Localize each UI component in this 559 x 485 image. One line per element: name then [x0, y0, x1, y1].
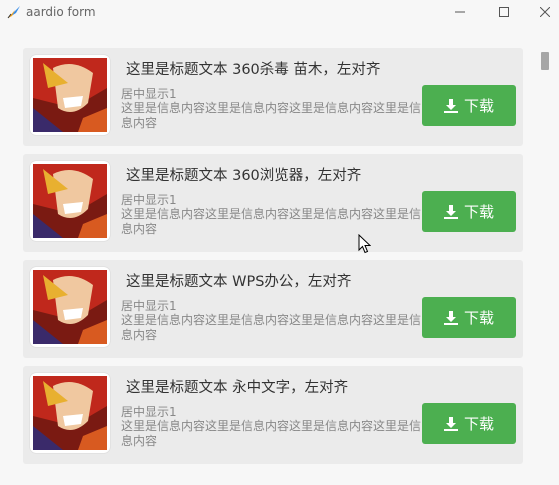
close-button[interactable] — [522, 0, 559, 24]
minimize-icon — [455, 11, 465, 13]
download-button[interactable]: 下载 — [422, 85, 516, 126]
item-description: 这里是信息内容这里是信息内容这里是信息内容这里是信息内容 — [121, 207, 421, 236]
app-window: aardio form 这里是标题文本 360杀毒 苗木，左对齐 居中显示1 这… — [0, 0, 559, 485]
app-thumbnail — [30, 55, 110, 135]
scrollbar-thumb[interactable] — [541, 52, 549, 70]
mouse-cursor-icon — [358, 233, 372, 258]
item-subtitle: 居中显示1 — [121, 405, 177, 419]
item-title: 这里是标题文本 永中文字，左对齐 — [126, 380, 349, 396]
item-subtitle: 居中显示1 — [121, 87, 177, 101]
app-thumbnail — [30, 267, 110, 347]
download-button-label: 下载 — [463, 309, 494, 327]
download-button[interactable]: 下载 — [422, 403, 516, 444]
download-button-label: 下载 — [463, 97, 494, 115]
download-icon — [443, 416, 458, 431]
app-thumbnail — [30, 161, 110, 241]
minimize-button[interactable] — [437, 0, 483, 24]
window-title: aardio form — [26, 5, 96, 19]
item-description: 这里是信息内容这里是信息内容这里是信息内容这里是信息内容 — [121, 419, 421, 448]
list-item[interactable]: 这里是标题文本 WPS办公，左对齐 居中显示1 这里是信息内容这里是信息内容这里… — [23, 260, 523, 358]
maximize-icon — [499, 7, 509, 17]
vertical-scrollbar[interactable] — [538, 24, 552, 485]
list-item[interactable]: 这里是标题文本 360浏览器，左对齐 居中显示1 这里是信息内容这里是信息内容这… — [23, 154, 523, 252]
list-item[interactable]: 这里是标题文本 360杀毒 苗木，左对齐 居中显示1 这里是信息内容这里是信息内… — [23, 48, 523, 146]
download-button[interactable]: 下载 — [422, 297, 516, 338]
download-button-label: 下载 — [463, 203, 494, 221]
item-title: 这里是标题文本 WPS办公，左对齐 — [126, 274, 352, 290]
app-thumbnail — [30, 373, 110, 453]
item-subtitle: 居中显示1 — [121, 299, 177, 313]
download-button-label: 下载 — [463, 415, 494, 433]
aardio-feather-icon — [6, 4, 22, 20]
app-list: 这里是标题文本 360杀毒 苗木，左对齐 居中显示1 这里是信息内容这里是信息内… — [0, 24, 559, 485]
download-button[interactable]: 下载 — [422, 191, 516, 232]
download-icon — [443, 98, 458, 113]
item-subtitle: 居中显示1 — [121, 193, 177, 207]
download-icon — [443, 310, 458, 325]
maximize-button[interactable] — [481, 0, 527, 24]
item-title: 这里是标题文本 360浏览器，左对齐 — [126, 168, 362, 184]
close-icon — [540, 7, 550, 17]
item-description: 这里是信息内容这里是信息内容这里是信息内容这里是信息内容 — [121, 101, 421, 130]
item-description: 这里是信息内容这里是信息内容这里是信息内容这里是信息内容 — [121, 313, 421, 342]
list-item[interactable]: 这里是标题文本 永中文字，左对齐 居中显示1 这里是信息内容这里是信息内容这里是… — [23, 366, 523, 464]
title-bar[interactable]: aardio form — [0, 0, 559, 24]
item-title: 这里是标题文本 360杀毒 苗木，左对齐 — [126, 62, 381, 78]
download-icon — [443, 204, 458, 219]
